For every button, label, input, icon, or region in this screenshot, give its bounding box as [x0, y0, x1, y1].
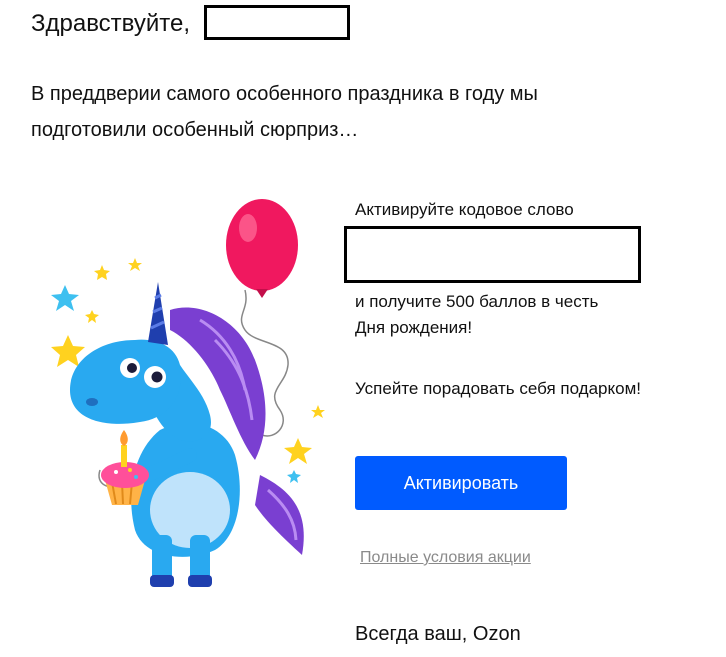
terms-link[interactable]: Полные условия акции — [360, 548, 531, 568]
unicorn-illustration — [40, 190, 340, 600]
intro-line-2: подготовили особенный сюрприз… — [31, 119, 359, 141]
offer-title: Активируйте кодовое слово — [355, 200, 574, 219]
intro-line-1: В преддверии самого особенного праздника… — [31, 83, 538, 105]
offer-body: и получите 500 баллов в честь Дня рожден… — [355, 289, 715, 341]
email-intro: В преддверии самого особенного праздника… — [31, 76, 671, 148]
redacted-name-box — [204, 5, 350, 40]
redacted-code-box — [344, 226, 641, 283]
offer-hurry: Успейте порадовать себя подарком! — [355, 379, 641, 398]
offer-line-1: и получите 500 баллов в честь — [355, 292, 599, 311]
email-greeting: Здравствуйте, — [31, 10, 191, 37]
unicorn-icon — [51, 199, 325, 587]
activate-button[interactable]: Активировать — [355, 456, 567, 510]
email-signature: Всегда ваш, Ozon — [355, 623, 521, 645]
offer-line-2: Дня рождения! — [355, 318, 473, 337]
